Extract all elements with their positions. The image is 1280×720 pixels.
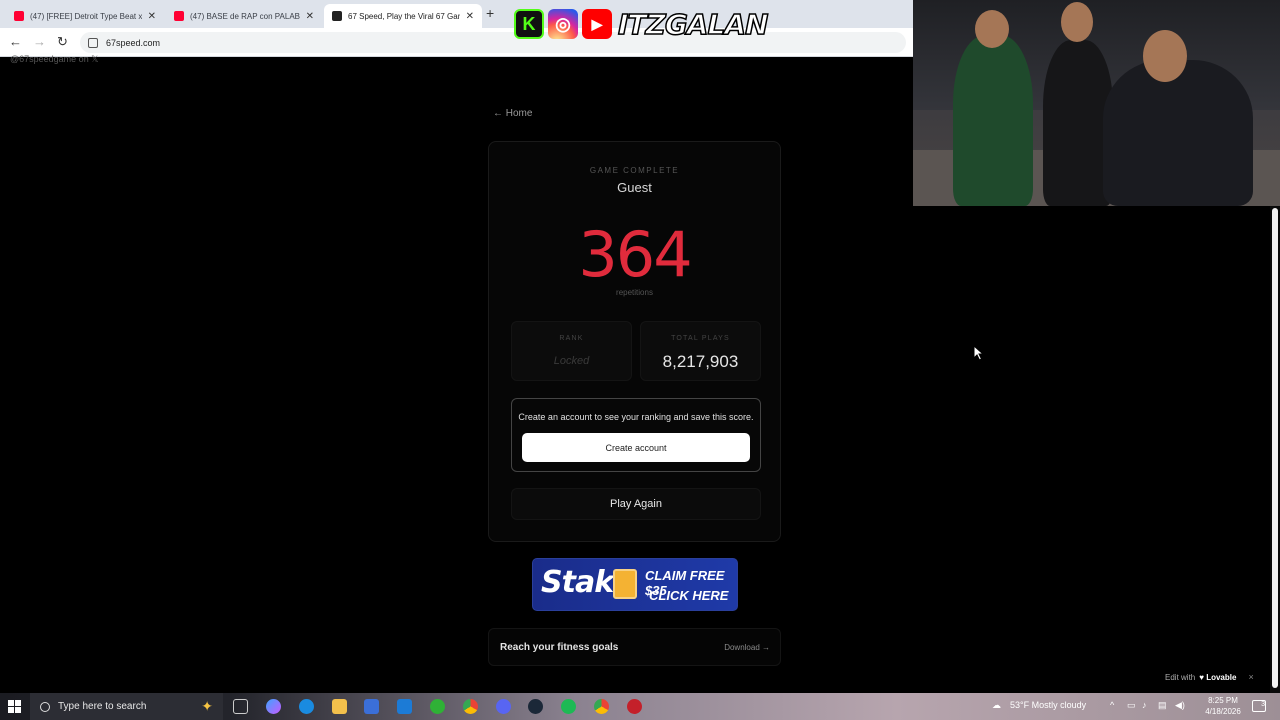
tab-youtube-base-rap[interactable]: (47) BASE de RAP con PALABR/ ✕ — [166, 4, 322, 28]
score-value: 364 — [578, 218, 692, 291]
clock-date: 4/18/2026 — [1205, 707, 1241, 716]
mouse-cursor-icon — [973, 345, 985, 361]
task-view-icon[interactable] — [233, 699, 248, 714]
youtube-favicon-icon — [14, 11, 24, 21]
social-link-text: @67speedgame on — [10, 54, 89, 64]
tab-title: (47) BASE de RAP con PALABR/ — [190, 11, 300, 21]
person-head — [975, 10, 1009, 48]
microphone-icon[interactable]: ♪ — [1142, 700, 1147, 710]
ad-cta: CLICK HERE — [649, 588, 729, 603]
screen: (47) [FREE] Detroit Type Beat x ✕ (47) B… — [0, 0, 1280, 720]
browser-toolbar: ← → ↻ 67speed.com — [0, 28, 913, 57]
rank-stat: RANK Locked — [511, 321, 632, 381]
weather-text[interactable]: 53°F Mostly cloudy — [1010, 700, 1086, 710]
address-bar[interactable]: 67speed.com — [80, 32, 906, 53]
store-icon[interactable] — [364, 699, 379, 714]
chrome-active-icon[interactable] — [594, 699, 609, 714]
browser-tab-bar: (47) [FREE] Detroit Type Beat x ✕ (47) B… — [0, 0, 913, 28]
network-icon[interactable]: ▤ — [1158, 700, 1167, 711]
total-plays-label: TOTAL PLAYS — [671, 335, 730, 342]
discord-icon[interactable] — [496, 699, 511, 714]
player-name: Guest — [617, 180, 652, 195]
scrollbar-thumb[interactable] — [1272, 208, 1278, 688]
url-text: 67speed.com — [106, 37, 161, 48]
close-tab-icon[interactable]: ✕ — [148, 11, 156, 22]
chrome-icon[interactable] — [463, 699, 478, 714]
game-status-label: GAME COMPLETE — [589, 166, 680, 175]
file-explorer-icon[interactable] — [332, 699, 347, 714]
tab-67speed[interactable]: 67 Speed, Play the Viral 67 Gan ✕ — [324, 4, 482, 28]
back-arrow-icon[interactable]: ← — [9, 34, 22, 49]
search-icon — [40, 701, 50, 712]
youtube-logo-icon: ▶ — [582, 9, 612, 39]
streamer-name: ITZGALAN — [617, 7, 769, 42]
copilot-sparkle-icon[interactable]: ✦ — [201, 698, 213, 715]
clock-time: 8:25 PM — [1208, 696, 1238, 705]
kick-logo-icon: K — [514, 9, 544, 39]
windows-taskbar: Type here to search ✦ ☁ 53°F Mostly clou… — [0, 693, 1280, 720]
lovable-prefix: Edit with — [1165, 672, 1196, 682]
create-account-button[interactable]: Create account — [522, 433, 750, 462]
total-plays-value: 8,217,903 — [662, 352, 739, 371]
spotify-icon[interactable] — [561, 699, 576, 714]
total-plays-stat: TOTAL PLAYS 8,217,903 — [640, 321, 761, 381]
copilot-icon[interactable] — [266, 699, 281, 714]
mail-icon[interactable] — [397, 699, 412, 714]
rank-value: Locked — [553, 355, 590, 367]
stake-ad-banner[interactable]: Stake CLAIM FREE $35 CLICK HERE — [532, 558, 738, 611]
notification-center-icon[interactable]: 3 — [1252, 700, 1266, 712]
close-tab-icon[interactable]: ✕ — [466, 11, 474, 22]
reload-icon[interactable]: ↻ — [57, 34, 68, 50]
close-badge-icon[interactable]: × — [1248, 672, 1253, 682]
site-info-icon[interactable] — [88, 37, 98, 48]
create-account-panel: Create an account to see your ranking an… — [511, 398, 761, 472]
tab-youtube-detroit[interactable]: (47) [FREE] Detroit Type Beat x ✕ — [6, 4, 164, 28]
obs-icon[interactable] — [627, 699, 642, 714]
gift-box-icon — [613, 569, 637, 599]
67speed-favicon-icon — [332, 11, 342, 21]
youtube-favicon-icon — [174, 11, 184, 21]
tray-chevron-icon[interactable]: ^ — [1110, 700, 1114, 710]
fitness-promo: Reach your fitness goals Download → — [488, 628, 781, 666]
page-scrollbar[interactable] — [1270, 206, 1280, 693]
edit-with-lovable-badge[interactable]: Edit with ♥ Lovable × — [1165, 668, 1254, 686]
x-logo-icon: 𝕏 — [91, 54, 99, 64]
lovable-brand: ♥ Lovable — [1199, 672, 1237, 682]
webcam-feed — [913, 0, 1280, 206]
taskbar-search-box[interactable]: Type here to search ✦ — [30, 693, 223, 720]
new-tab-button[interactable]: + — [486, 5, 494, 21]
play-again-button[interactable]: Play Again — [511, 488, 761, 520]
social-link[interactable]: @67speedgame on 𝕏 — [10, 54, 98, 65]
home-link[interactable]: ← Home — [493, 108, 532, 119]
person-head — [1061, 2, 1093, 42]
weather-icon[interactable]: ☁ — [992, 700, 1001, 711]
notification-count: 3 — [1261, 701, 1265, 708]
instagram-logo-icon: ◎ — [548, 9, 578, 39]
tray-app-icon[interactable]: ▭ — [1127, 700, 1136, 711]
windows-start-icon[interactable] — [8, 700, 21, 713]
rank-label: RANK — [559, 335, 584, 342]
steam-icon[interactable] — [528, 699, 543, 714]
download-link[interactable]: Download → — [724, 643, 770, 652]
create-account-message: Create an account to see your ranking an… — [518, 412, 754, 422]
game-complete-card: GAME COMPLETE Guest 364 repetitions RANK… — [488, 141, 781, 542]
score-unit: repetitions — [616, 288, 653, 297]
taskbar-clock[interactable]: 8:25 PM 4/18/2026 — [1200, 695, 1246, 717]
xbox-icon[interactable] — [430, 699, 445, 714]
person-streamer — [1103, 60, 1253, 206]
tab-title: (47) [FREE] Detroit Type Beat x — [30, 11, 142, 21]
volume-icon[interactable]: ◀) — [1175, 700, 1185, 711]
forward-arrow-icon[interactable]: → — [33, 34, 46, 49]
person-head — [1143, 30, 1187, 82]
fitness-title: Reach your fitness goals — [500, 642, 619, 653]
close-tab-icon[interactable]: ✕ — [306, 11, 314, 22]
edge-icon[interactable] — [299, 699, 314, 714]
streamer-branding: K ◎ ▶ ITZGALAN — [514, 7, 769, 42]
tab-title: 67 Speed, Play the Viral 67 Gan — [348, 11, 460, 21]
taskbar-search-placeholder: Type here to search — [58, 701, 147, 712]
person-green-hoodie — [953, 35, 1033, 206]
